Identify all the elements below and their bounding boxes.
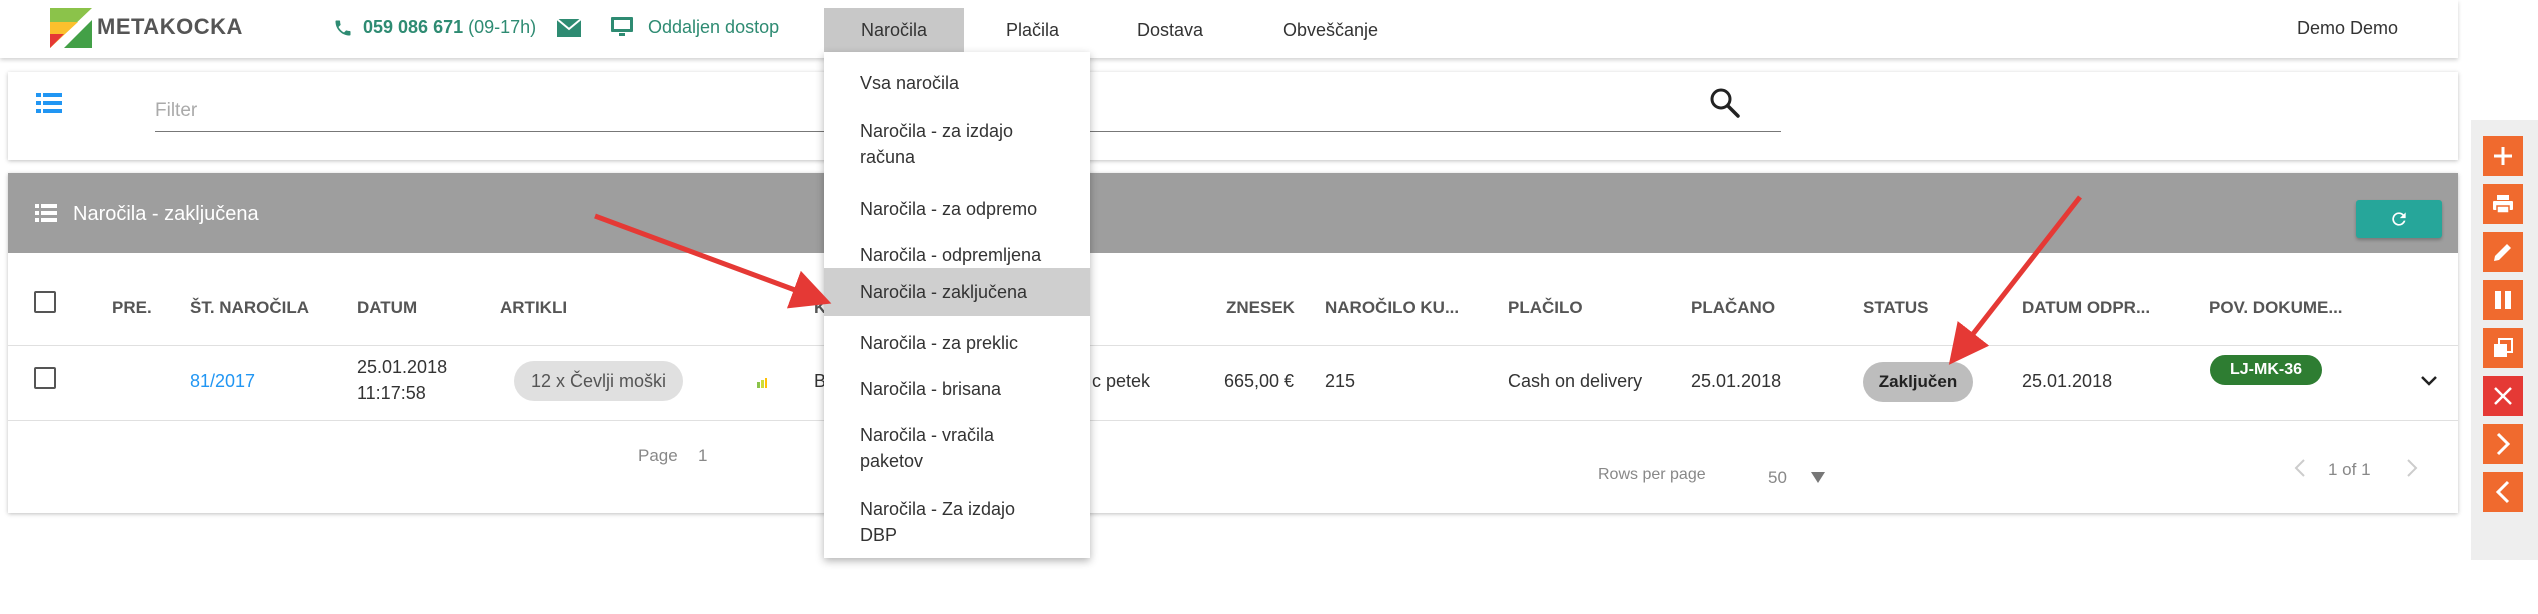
col-dispatch-date[interactable]: DATUM ODPR... [2022,298,2150,318]
col-pre[interactable]: PRE. [112,298,152,318]
row-checkbox[interactable] [34,367,56,389]
nav-obvescanje[interactable]: Obveščanje [1268,8,1393,52]
refresh-icon [2392,212,2406,226]
add-button[interactable] [2483,136,2523,176]
order-number-link[interactable]: 81/2017 [190,371,255,392]
nav-narocila[interactable]: Naročila [824,8,964,52]
delete-button[interactable] [2483,376,2523,416]
page-range: 1 of 1 [2328,460,2371,479]
linked-document-chip[interactable]: LJ-MK-36 [2210,355,2322,385]
caret-down-icon[interactable] [1810,470,1826,484]
payment-method: Cash on delivery [1508,371,1643,391]
dispatch-date: 25.01.2018 [2022,371,2113,391]
narocila-dropdown-menu: Vsa naročila Naročila - za izdajo računa… [824,52,1090,558]
orders-table-card: Naročila - zaključena PRE. ŠT. NAROČILA … [8,173,2458,513]
col-date[interactable]: DATUM [357,298,417,318]
page-label: Page [638,446,678,465]
customer-name-end: c petek [1092,371,1151,391]
filter-card [8,72,2458,160]
copy-button[interactable] [2483,328,2523,368]
phone-contact[interactable]: 059 086 671 (09-17h) [333,17,536,38]
prev-page-icon[interactable] [2293,458,2307,478]
menu-item-for-dbp[interactable]: Naročila - Za izdajo DBP [824,488,1090,556]
monitor-icon [611,17,633,36]
add-icon [2494,147,2512,165]
col-linked-docs[interactable]: POV. DOKUME... [2209,298,2343,318]
rows-per-page-value[interactable]: 50 [1768,468,1787,488]
table-title: Naročila - zaključena [73,203,259,225]
logo-text: METAKOCKA [97,14,243,39]
user-menu[interactable]: Demo Demo [2297,18,2398,39]
print-button[interactable] [2483,184,2523,224]
row-divider [8,345,2458,346]
close-icon [2494,387,2512,405]
remote-access-link[interactable]: Oddaljen dostop [610,16,779,38]
chevron-right-icon [2496,432,2511,456]
phone-hours: (09-17h) [468,17,537,37]
col-status[interactable]: STATUS [1863,298,1928,318]
nav-dostava[interactable]: Dostava [1120,8,1220,52]
chevron-down-icon[interactable] [2420,375,2438,387]
rows-per-page-label: Rows per page [1598,466,1706,483]
select-all-checkbox[interactable] [34,291,56,313]
stock-indicator-icon [757,378,767,388]
nav-placila[interactable]: Plačila [980,8,1085,52]
menu-item-for-invoice[interactable]: Naročila - za izdajo računa [824,110,1090,184]
print-icon [2493,195,2513,214]
col-articles[interactable]: ARTIKLI [500,298,567,318]
edit-icon [2494,244,2511,261]
search-icon[interactable] [1708,86,1742,120]
menu-item-for-cancellation[interactable]: Naročila - za preklic [824,322,1090,364]
back-button[interactable] [2483,472,2523,512]
menu-item-deleted[interactable]: Naročila - brisana [824,368,1090,410]
pause-icon [2495,291,2511,309]
status-badge: Zaključen [1863,362,1973,402]
phone-number: 059 086 671 [363,17,464,37]
col-order-no[interactable]: ŠT. NAROČILA [190,298,309,318]
list-view-icon[interactable] [36,92,62,114]
row-divider [8,420,2458,421]
next-page-icon[interactable] [2405,458,2419,478]
article-chip[interactable]: 12 x Čevlji moški [514,361,684,401]
menu-item-completed[interactable]: Naročila - zaključena [824,268,1090,316]
paid-date: 25.01.2018 [1691,371,1782,391]
copy-icon [2494,338,2513,357]
col-paid[interactable]: PLAČANO [1691,298,1775,318]
edit-button[interactable] [2483,232,2523,272]
forward-button[interactable] [2483,424,2523,464]
chevron-left-icon [2495,480,2510,504]
order-date: 25.01.2018 [357,357,448,377]
top-navbar: METAKOCKA 059 086 671 (09-17h) Oddaljen … [0,0,2458,58]
menu-item-all-orders[interactable]: Vsa naročila [824,62,1090,104]
list-icon [35,204,57,222]
mail-icon[interactable] [556,18,582,38]
metakocka-logo[interactable] [50,8,92,48]
refresh-button[interactable] [2356,200,2442,238]
menu-item-package-returns[interactable]: Naročila - vračila paketov [824,414,1090,488]
remote-access-label: Oddaljen dostop [648,16,780,37]
pause-button[interactable] [2483,280,2523,320]
col-customer-order[interactable]: NAROČILO KU... [1325,298,1459,318]
page-number[interactable]: 1 [698,446,707,466]
order-amount: 665,00 € [1224,371,1295,391]
col-payment[interactable]: PLAČILO [1508,298,1583,318]
order-time: 11:17:58 [357,383,426,403]
table-header-bar: Naročila - zaključena [8,173,2458,253]
customer-order-no: 215 [1325,371,1356,391]
action-sidebar [2471,120,2538,560]
menu-item-for-dispatch[interactable]: Naročila - za odpremo [824,188,1090,230]
phone-icon [335,20,351,35]
col-amount[interactable]: ZNESEK [1226,298,1295,318]
